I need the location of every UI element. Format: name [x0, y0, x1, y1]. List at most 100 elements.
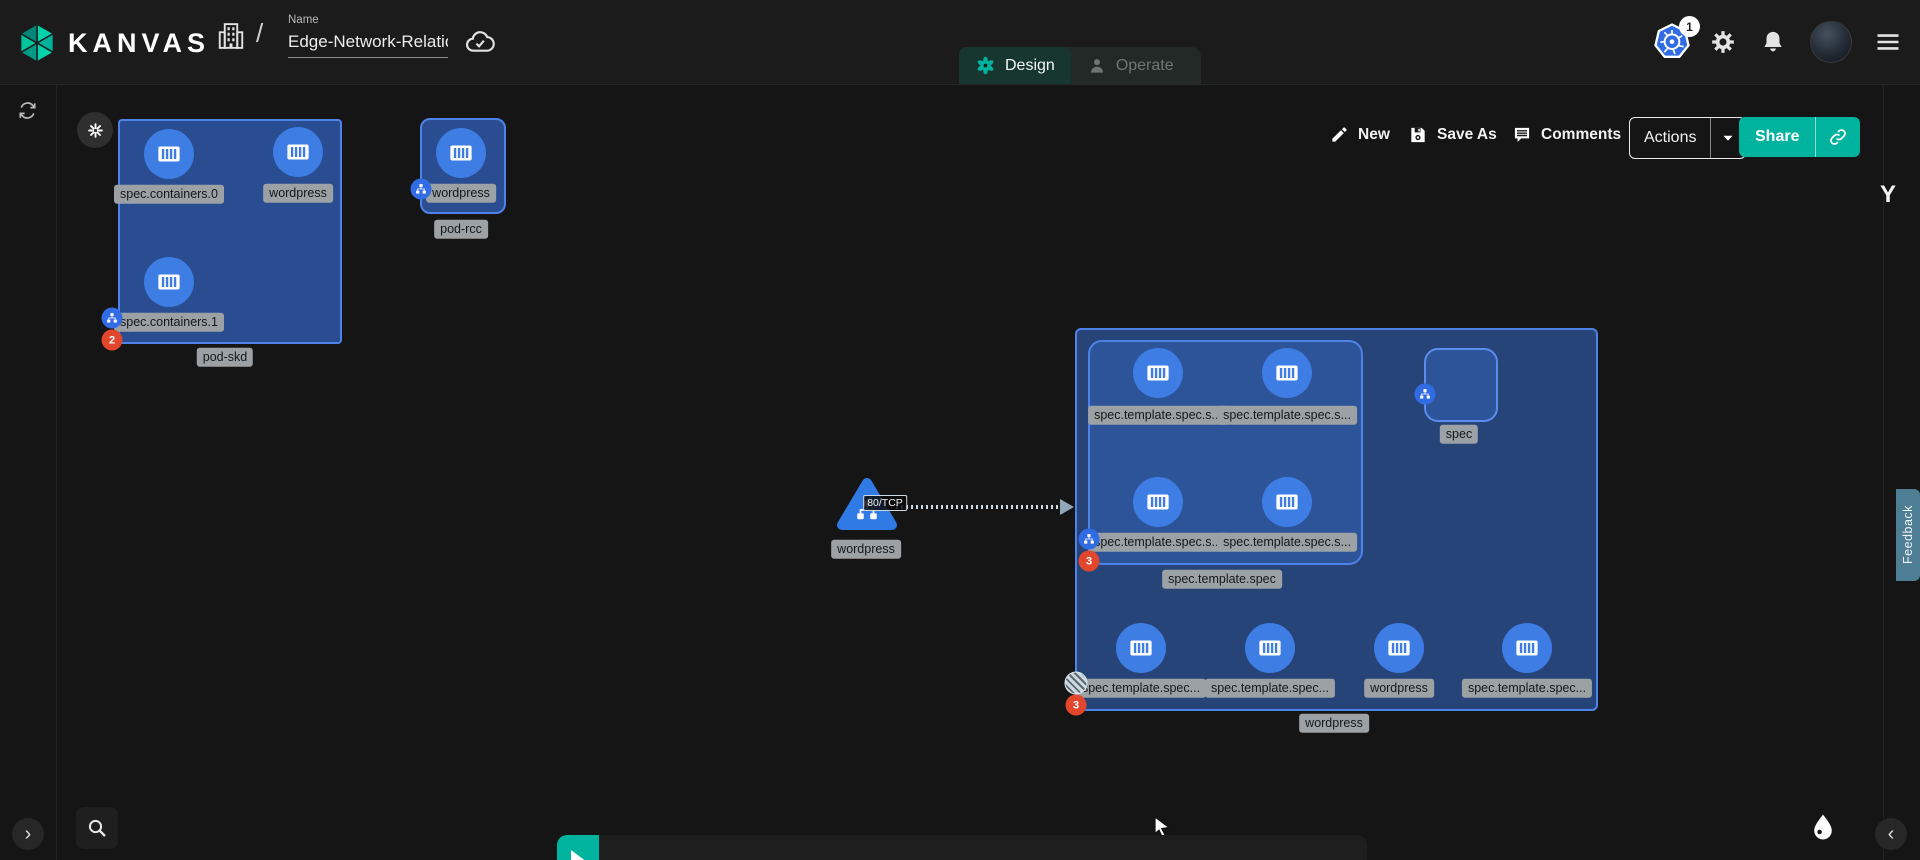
node-label: spec.template.spec...: [1076, 679, 1206, 698]
brand-wordmark: KANVAS: [68, 28, 210, 59]
new-button[interactable]: New: [1330, 125, 1390, 144]
operate-person-icon: [1087, 56, 1107, 76]
node-label: wordpress: [263, 184, 333, 203]
save-as-button[interactable]: Save As: [1408, 125, 1497, 145]
error-count-badge[interactable]: 3: [1066, 695, 1087, 716]
group-actions-button[interactable]: [77, 112, 113, 148]
copy-link-cell[interactable]: [1816, 117, 1860, 157]
actions-label: Actions: [1644, 129, 1696, 147]
collapse-right-panel-chevron[interactable]: ‹: [1875, 818, 1907, 850]
node-label: spec.template.spec...: [1462, 679, 1592, 698]
tab-operate-label: Operate: [1116, 57, 1174, 75]
container-node[interactable]: [1262, 477, 1312, 527]
edge-arrowhead-icon: [1060, 499, 1074, 515]
sync-history-icon[interactable]: [16, 99, 39, 122]
button-divider: [1710, 118, 1711, 158]
group-spec-template-spec[interactable]: [1088, 340, 1363, 565]
kanvas-logo-icon: [16, 22, 58, 64]
comments-button[interactable]: Comments: [1512, 125, 1621, 145]
new-label: New: [1358, 126, 1390, 144]
pod-kind-badge[interactable]: [102, 308, 123, 329]
pencil-icon: [1330, 125, 1349, 144]
brand[interactable]: KANVAS: [16, 22, 210, 64]
design-name-label: Name: [288, 14, 456, 26]
kanvas-app: KANVAS / Name Design Operate 1: [0, 0, 1920, 860]
cloud-saved-icon: [464, 26, 496, 58]
gear-icon[interactable]: [1710, 29, 1736, 55]
actions-dropdown-button[interactable]: Actions: [1629, 117, 1746, 159]
right-rail-logo-glyph: Y: [1880, 181, 1896, 209]
container-node[interactable]: [1262, 348, 1312, 398]
left-rail-divider: [56, 85, 57, 860]
hamburger-menu-icon[interactable]: [1874, 28, 1902, 56]
group-label: spec.template.spec: [1162, 570, 1282, 589]
node-label: spec.template.spec.s...: [1217, 533, 1357, 552]
context-count-badge: 1: [1679, 16, 1700, 37]
bottom-toolbar: [599, 835, 1367, 860]
container-node[interactable]: [1116, 623, 1166, 673]
container-node[interactable]: [144, 129, 194, 179]
save-as-label: Save As: [1437, 126, 1497, 144]
avatar[interactable]: [1810, 21, 1852, 63]
design-flower-icon: [975, 55, 996, 76]
node-label: spec.containers.0: [114, 185, 224, 204]
top-bar: KANVAS / Name Design Operate 1: [0, 0, 1920, 84]
error-count-badge[interactable]: 3: [1079, 551, 1100, 572]
node-label: spec.template.spec.s...: [1088, 406, 1228, 425]
container-node[interactable]: [1374, 623, 1424, 673]
container-node[interactable]: [1245, 623, 1295, 673]
breadcrumb-slash: /: [256, 18, 263, 49]
deployment-kind-badge[interactable]: [1065, 672, 1088, 695]
share-label-cell[interactable]: Share: [1739, 117, 1815, 157]
pod-kind-badge[interactable]: [1415, 384, 1436, 405]
expand-left-panel-chevron[interactable]: ›: [12, 818, 44, 850]
node-label: wordpress: [1364, 679, 1434, 698]
container-node[interactable]: [1133, 477, 1183, 527]
magnifier-icon: [85, 816, 109, 840]
mode-tabs: Design Operate: [959, 47, 1201, 84]
node-label: spec: [1440, 425, 1478, 444]
header-right-icons: 1: [1652, 0, 1920, 84]
group-label: pod-skd: [197, 348, 253, 367]
floppy-icon: [1408, 125, 1428, 145]
node-label: wordpress: [831, 540, 901, 559]
pod-kind-badge[interactable]: [1079, 529, 1100, 550]
flower-asterisk-icon: [86, 121, 105, 140]
container-node[interactable]: [1502, 623, 1552, 673]
feedback-tab[interactable]: Feedback: [1896, 489, 1920, 581]
node-label: spec.template.spec.s...: [1217, 406, 1357, 425]
link-icon: [1828, 127, 1848, 147]
actions-label-cell[interactable]: Actions: [1630, 118, 1710, 158]
container-node[interactable]: [273, 127, 323, 177]
group-label: pod-rcc: [434, 220, 488, 239]
container-node[interactable]: [1133, 348, 1183, 398]
share-label: Share: [1755, 128, 1799, 146]
share-button[interactable]: Share: [1739, 117, 1860, 157]
kubernetes-context-button[interactable]: 1: [1652, 22, 1692, 62]
zoom-search-button[interactable]: [76, 807, 118, 849]
container-node[interactable]: [144, 257, 194, 307]
pod-kind-badge[interactable]: [411, 179, 432, 200]
tab-design-label: Design: [1005, 57, 1055, 75]
node-label: spec.template.spec.s...: [1088, 533, 1228, 552]
node-label: spec.containers.1: [114, 313, 224, 332]
ink-drop-icon[interactable]: [1806, 811, 1840, 845]
tab-design[interactable]: Design: [959, 47, 1071, 84]
container-node[interactable]: [436, 128, 486, 178]
edge-port-label: 80/TCP: [863, 495, 907, 511]
service-edge[interactable]: [896, 505, 1062, 509]
tab-operate[interactable]: Operate: [1071, 47, 1190, 84]
comments-label: Comments: [1541, 126, 1621, 144]
error-count-badge[interactable]: 2: [102, 330, 123, 351]
design-canvas[interactable]: › spec.containers.0 wordpress spec.conta…: [0, 84, 1920, 860]
spec-node[interactable]: [1424, 348, 1498, 422]
caret-down-icon: [1719, 129, 1737, 147]
node-label: wordpress: [426, 184, 496, 203]
design-name-input[interactable]: [288, 26, 448, 58]
bell-icon[interactable]: [1760, 29, 1786, 55]
node-label: spec.template.spec...: [1205, 679, 1335, 698]
design-name-field: Name: [288, 14, 456, 58]
tool-select[interactable]: [557, 835, 599, 860]
group-label: wordpress: [1299, 714, 1369, 733]
organization-building-icon[interactable]: [216, 20, 246, 52]
